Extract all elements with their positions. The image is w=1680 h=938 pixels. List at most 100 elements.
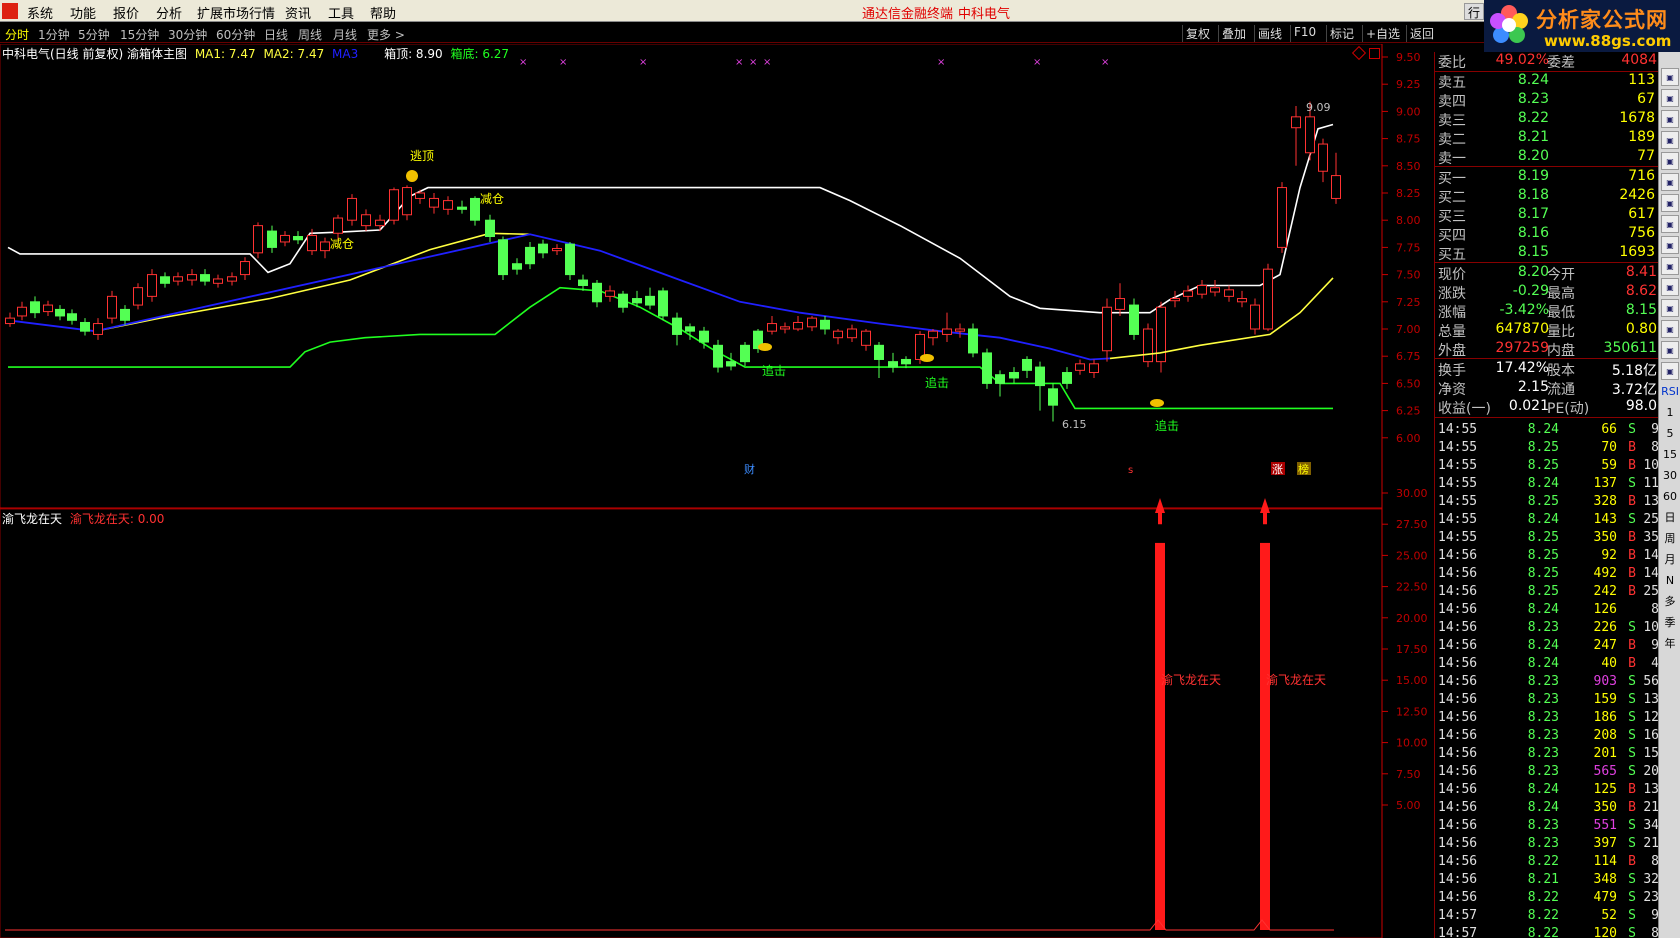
tick-price: 8.22 <box>1527 908 1559 923</box>
period-more[interactable]: 更多 > <box>367 26 405 43</box>
candle-body <box>93 323 103 335</box>
side-tool-3[interactable]: 15 <box>1661 446 1679 464</box>
tick-time: 14:56 <box>1438 548 1478 563</box>
side-tool-icon[interactable]: ▣ <box>1661 257 1679 275</box>
tick-side: B <box>1628 548 1636 563</box>
side-tool-icon[interactable]: ▣ <box>1661 362 1679 380</box>
chart-area[interactable]: 9.50 9.25 9.00 8.75 8.50 8.25 8.00 7.75 7.50 7.25… <box>0 44 1434 938</box>
side-tool-icon[interactable]: ▣ <box>1661 341 1679 359</box>
quote-label: 买五 <box>1438 247 1466 263</box>
period-15min[interactable]: 15分钟 <box>120 26 159 43</box>
period-day[interactable]: 日线 <box>264 26 288 43</box>
sub-indicator-axis: 30.00 27.50 25.00 22.50 20.00 17.50 15.00 12.50… <box>1382 487 1428 812</box>
tick-volume: 201 <box>1593 746 1617 761</box>
add-watchlist-button[interactable]: +自选 <box>1362 25 1403 42</box>
side-tool-icon[interactable]: ▣ <box>1661 278 1679 296</box>
menu-tools[interactable]: 工具 <box>328 3 354 22</box>
side-tool-icon[interactable]: ▣ <box>1661 152 1679 170</box>
tick-count: 10 <box>1643 620 1659 635</box>
side-tool-icon[interactable]: ▣ <box>1661 320 1679 338</box>
period-month[interactable]: 月线 <box>333 26 357 43</box>
period-60min[interactable]: 60分钟 <box>216 26 255 43</box>
side-tool-icon[interactable]: ▣ <box>1661 173 1679 191</box>
period-1min[interactable]: 1分钟 <box>38 26 70 43</box>
candle-body <box>213 278 223 284</box>
tick-volume: 348 <box>1593 872 1617 887</box>
tick-row: 14:56 8.23 397 S 21 <box>1435 836 1659 854</box>
side-tool-icon[interactable]: ▣ <box>1661 110 1679 128</box>
candle-body <box>55 308 65 317</box>
tick-count: 12 <box>1643 710 1659 725</box>
quote-value-2: 1678 <box>1619 110 1655 126</box>
side-tool-icon[interactable]: ▣ <box>1661 299 1679 317</box>
side-tool-icon[interactable]: ▣ <box>1661 131 1679 149</box>
side-tool-1[interactable]: 1 <box>1661 404 1679 422</box>
period-week[interactable]: 周线 <box>298 26 322 43</box>
back-button[interactable]: 返回 <box>1406 25 1437 42</box>
quote-value: 8.22 <box>1517 110 1549 126</box>
side-tool-2[interactable]: 5 <box>1661 425 1679 443</box>
side-tool-9[interactable]: N <box>1661 572 1679 590</box>
side-tool-icon[interactable]: ▣ <box>1661 89 1679 107</box>
high-price-label: 9.09 <box>1306 101 1331 114</box>
weibi-value: 49.02% <box>1495 52 1549 68</box>
quote-value-2: 8.41 <box>1625 264 1657 280</box>
tick-count: 23 <box>1643 890 1659 905</box>
side-tool-0[interactable]: RSI <box>1661 383 1679 401</box>
finance-marker[interactable]: 财 <box>744 462 755 476</box>
side-tool-icon[interactable]: ▣ <box>1661 236 1679 254</box>
side-tool-icon[interactable]: ▣ <box>1661 215 1679 233</box>
tick-price: 8.23 <box>1527 710 1559 725</box>
fuquan-button[interactable]: 复权 <box>1182 25 1213 42</box>
hang-button[interactable]: 行 <box>1464 3 1484 20</box>
mark-button[interactable]: 标记 <box>1326 25 1357 42</box>
bang-marker[interactable]: 榜 <box>1298 462 1309 476</box>
period-5min[interactable]: 5分钟 <box>78 26 110 43</box>
menu-function[interactable]: 功能 <box>70 3 96 22</box>
tick-side: B <box>1628 584 1636 599</box>
candle-body <box>227 276 237 282</box>
side-tool-6[interactable]: 日 <box>1661 509 1679 527</box>
f10-button[interactable]: F10 <box>1290 25 1319 42</box>
box-top-line <box>7 123 1334 314</box>
overlay-button[interactable]: 叠加 <box>1218 25 1249 42</box>
menu-help[interactable]: 帮助 <box>370 3 396 22</box>
menu-ext-market[interactable]: 扩展市场行情 <box>197 3 275 22</box>
menu-system[interactable]: 系统 <box>27 3 53 22</box>
sub-legend: 渝飞龙在天 渝飞龙在天: 0.00 <box>2 510 164 527</box>
period-30min[interactable]: 30分钟 <box>168 26 207 43</box>
tick-volume: 186 <box>1593 710 1617 725</box>
zhang-marker[interactable]: 涨 <box>1272 463 1283 476</box>
side-tool-12[interactable]: 年 <box>1661 635 1679 653</box>
tick-count: 4 <box>1651 656 1659 671</box>
side-tool-icon[interactable]: ▣ <box>1661 68 1679 86</box>
side-tool-icon[interactable]: ▣ <box>1661 194 1679 212</box>
side-toolbar: ▣ ▣ ▣ ▣ ▣ ▣ ▣ ▣ ▣ ▣ ▣ ▣ ▣ ▣ ▣ RSI 1 5 15 30 60 日周月 N 多季年 <box>1658 52 1680 938</box>
menu-analysis[interactable]: 分析 <box>156 3 182 22</box>
side-tool-8[interactable]: 月 <box>1661 551 1679 569</box>
quote-panel: 委比 49.02% 委差 4084 卖五 8.24 113 卖四 8.23 67 卖三 8.2… <box>1434 52 1659 938</box>
tick-row: 14:56 8.25 242 B 25 <box>1435 584 1659 602</box>
maximize-pane-icon[interactable] <box>1369 48 1380 59</box>
side-tool-10[interactable]: 多 <box>1661 593 1679 611</box>
side-tool-11[interactable]: 季 <box>1661 614 1679 632</box>
candle-body <box>820 319 830 330</box>
draw-line-button[interactable]: 画线 <box>1254 25 1285 42</box>
signal-bar-label: 渝飞龙在天 <box>1266 672 1326 687</box>
menu-news[interactable]: 资讯 <box>285 3 311 22</box>
tick-volume: 208 <box>1593 728 1617 743</box>
tick-row: 14:55 8.24 143 S 25 <box>1435 512 1659 530</box>
menu-quote[interactable]: 报价 <box>113 3 139 22</box>
tick-volume: 397 <box>1593 836 1617 851</box>
side-tool-5[interactable]: 60 <box>1661 488 1679 506</box>
period-fenshi[interactable]: 分时 <box>5 26 29 43</box>
terminal-title: 通达信金融终端 <box>862 7 954 22</box>
side-tool-7[interactable]: 周 <box>1661 530 1679 548</box>
quote-value-2: 5.18亿 <box>1611 363 1657 379</box>
sep <box>1435 166 1659 167</box>
quote-value-2: 8.15 <box>1625 302 1657 318</box>
price-tick-label: 8.50 <box>1396 160 1421 173</box>
tick-volume: 247 <box>1593 638 1617 653</box>
side-tool-4[interactable]: 30 <box>1661 467 1679 485</box>
tick-time: 14:55 <box>1438 530 1478 545</box>
